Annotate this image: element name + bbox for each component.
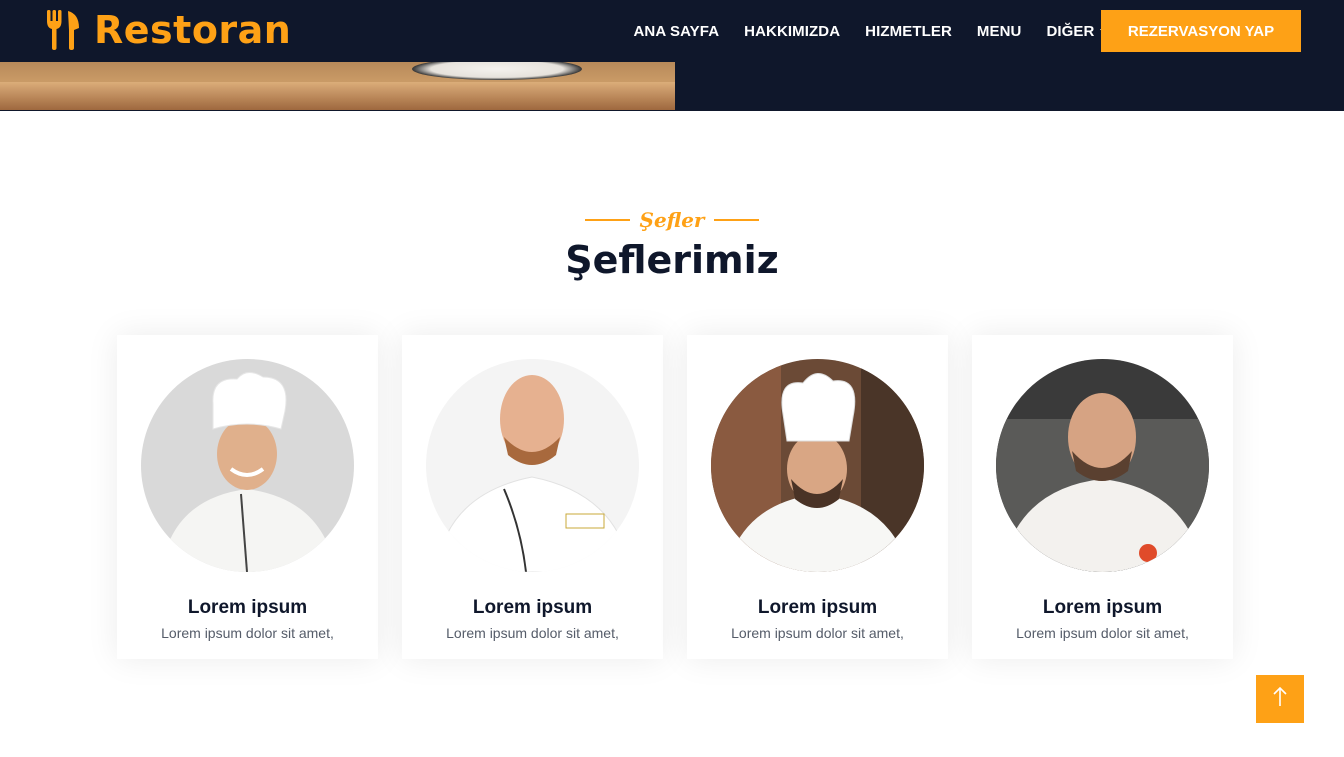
chef-card[interactable]: Lorem ipsum Lorem ipsum dolor sit amet, xyxy=(402,335,663,659)
back-to-top-button[interactable] xyxy=(1256,675,1304,723)
chef-avatar xyxy=(711,359,924,572)
chef-team-list: Lorem ipsum Lorem ipsum dolor sit amet, … xyxy=(117,335,1233,659)
utensils-icon xyxy=(46,10,80,50)
nav-menu: ANA SAYFA HAKKIMIZDA HIZMETLER MENU DIĞE… xyxy=(621,0,1121,62)
chef-description: Lorem ipsum dolor sit amet, xyxy=(161,625,334,641)
chef-avatar xyxy=(141,359,354,572)
brand-logo[interactable]: Restoran xyxy=(46,7,291,53)
chef-card[interactable]: Lorem ipsum Lorem ipsum dolor sit amet, xyxy=(687,335,948,659)
subtitle-line-right xyxy=(714,219,760,221)
reservation-button[interactable]: REZERVASYON YAP xyxy=(1101,10,1301,52)
chef-description: Lorem ipsum dolor sit amet, xyxy=(446,625,619,641)
section-subtitle-text: Şefler xyxy=(639,208,705,232)
nav-link-menu[interactable]: MENU xyxy=(964,23,1034,40)
navbar: Restoran ANA SAYFA HAKKIMIZDA HIZMETLER … xyxy=(0,0,1344,62)
plate-image xyxy=(412,62,582,80)
nav-dropdown-label: DIĞER xyxy=(1046,22,1095,40)
chef-name: Lorem ipsum xyxy=(187,597,308,618)
chef-description: Lorem ipsum dolor sit amet, xyxy=(731,625,904,641)
arrow-up-icon xyxy=(1272,686,1288,712)
chef-name: Lorem ipsum xyxy=(472,597,593,618)
chef-name: Lorem ipsum xyxy=(757,597,878,618)
nav-link-about[interactable]: HAKKIMIZDA xyxy=(732,23,853,40)
chef-avatar xyxy=(426,359,639,572)
chef-card[interactable]: Lorem ipsum Lorem ipsum dolor sit amet, xyxy=(972,335,1233,659)
section-subtitle: Şefler xyxy=(0,205,1344,235)
table-surface xyxy=(0,82,675,110)
chef-card[interactable]: Lorem ipsum Lorem ipsum dolor sit amet, xyxy=(117,335,378,659)
hero-image xyxy=(0,62,675,110)
subtitle-line-left xyxy=(584,219,630,221)
brand-name: Restoran xyxy=(94,8,292,52)
chef-avatar xyxy=(996,359,1209,572)
chef-name: Lorem ipsum xyxy=(1042,597,1163,618)
nav-link-home[interactable]: ANA SAYFA xyxy=(621,23,732,40)
chef-description: Lorem ipsum dolor sit amet, xyxy=(1016,625,1189,641)
nav-link-services[interactable]: HIZMETLER xyxy=(853,23,965,40)
section-title: Şeflerimiz xyxy=(565,238,779,282)
